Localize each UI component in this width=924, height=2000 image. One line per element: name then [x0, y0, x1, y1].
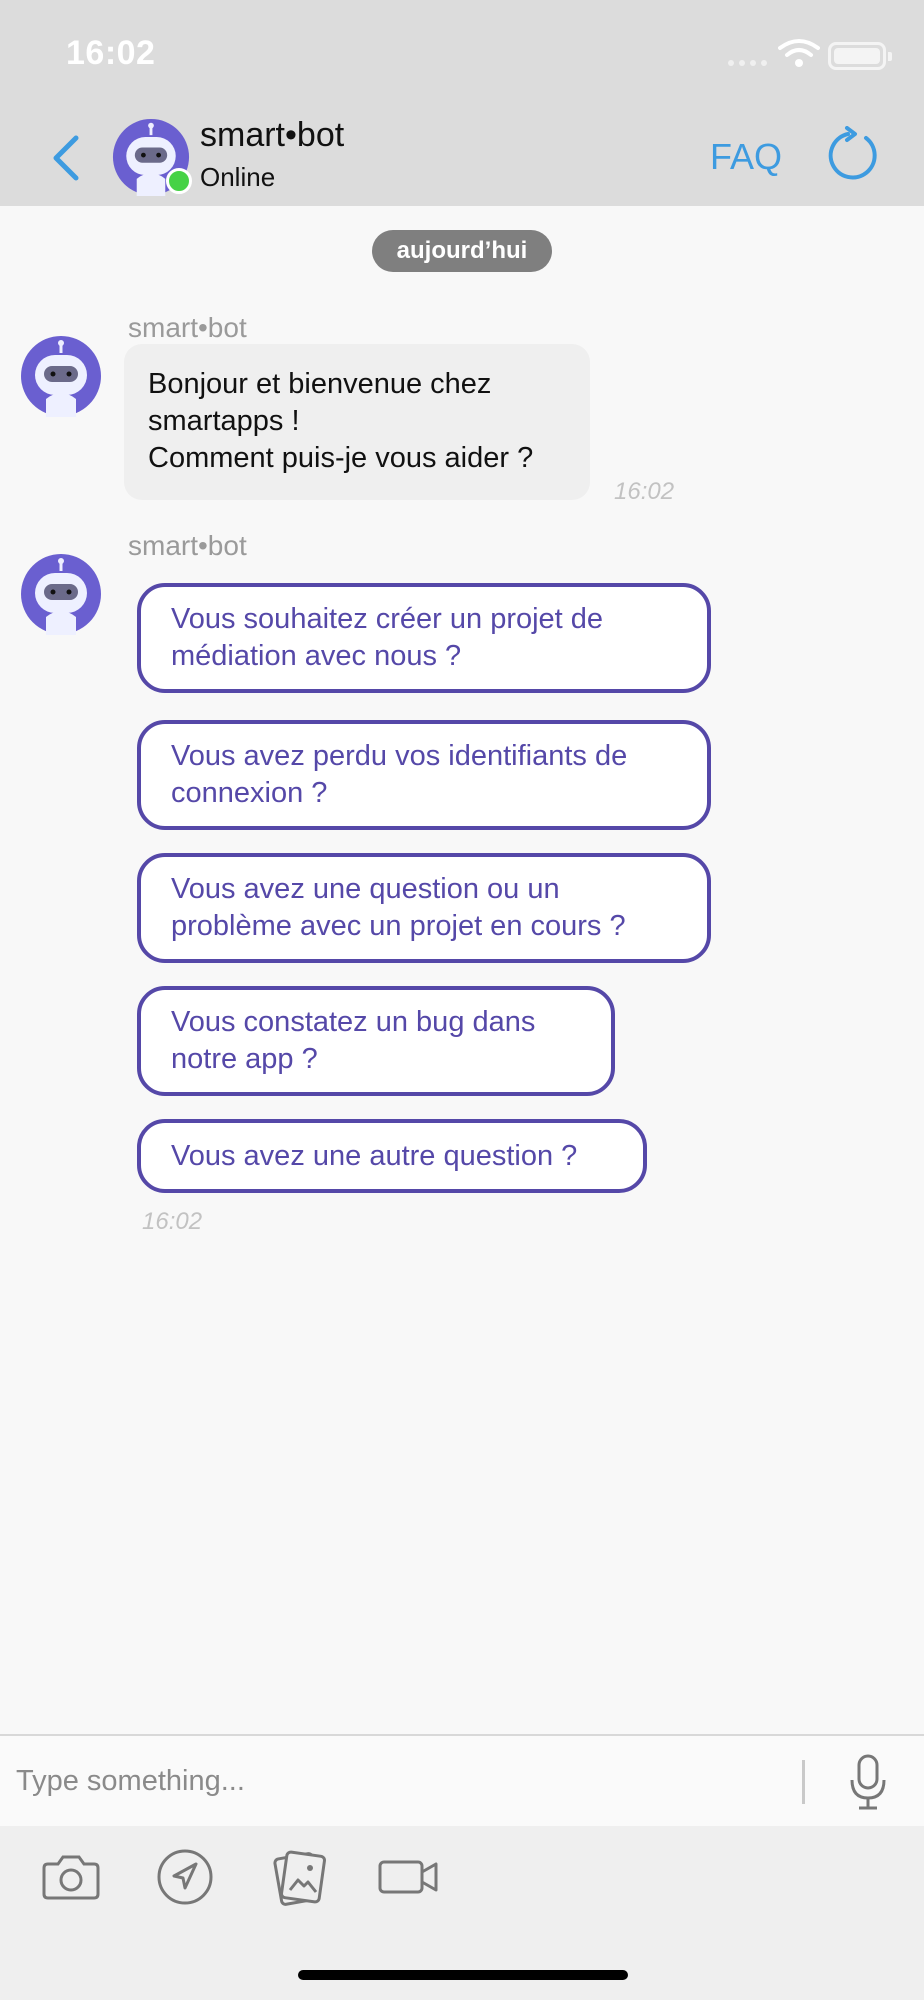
battery-icon	[828, 42, 892, 70]
message-time: 16:02	[614, 478, 675, 505]
bot-avatar	[21, 336, 101, 417]
option-text-line: connexion ?	[171, 777, 328, 809]
date-separator: aujourd’hui	[372, 230, 552, 272]
message-input[interactable]	[16, 1756, 776, 1806]
faq-button[interactable]: FAQ	[710, 136, 782, 178]
message-text-line: Bonjour et bienvenue chez	[148, 368, 492, 400]
send-location-icon[interactable]	[152, 1846, 218, 1908]
option-text-line: Vous avez une autre question ?	[171, 1139, 578, 1172]
quick-reply-create-project[interactable]: Vous souhaitez créer un projet de médiat…	[137, 583, 711, 693]
option-text-line: médiation avec nous ?	[171, 640, 462, 672]
chat-title: smart•bot	[200, 116, 345, 154]
composer-divider	[802, 1760, 805, 1804]
message-text-line: smartapps !	[148, 405, 300, 437]
navigation-header: 16:02 smart•bot Online FAQ	[0, 0, 924, 206]
back-button[interactable]	[44, 128, 88, 188]
quick-reply-other-question[interactable]: Vous avez une autre question ?	[137, 1119, 647, 1193]
message-sender: smart•bot	[128, 530, 247, 561]
quick-reply-lost-credentials[interactable]: Vous avez perdu vos identifiants de conn…	[137, 720, 711, 830]
option-text-line: notre app ?	[171, 1043, 318, 1075]
message-time: 16:02	[142, 1208, 203, 1235]
quick-reply-project-question[interactable]: Vous avez une question ou un problème av…	[137, 853, 711, 963]
online-status-dot	[166, 168, 192, 194]
wifi-icon	[778, 39, 820, 67]
message-composer	[0, 1734, 924, 1826]
video-icon[interactable]	[376, 1846, 442, 1908]
message-sender: smart•bot	[128, 312, 247, 343]
option-text-line: Vous avez perdu vos identifiants de	[171, 740, 628, 772]
chat-status: Online	[200, 162, 276, 192]
camera-icon[interactable]	[38, 1846, 104, 1908]
status-time: 16:02	[66, 34, 156, 72]
bot-avatar	[21, 554, 101, 635]
option-text-line: Vous souhaitez créer un projet de	[171, 603, 604, 635]
home-indicator	[298, 1970, 628, 1980]
message-text-line: Comment puis-je vous aider ?	[148, 442, 534, 474]
option-text-line: problème avec un projet en cours ?	[171, 910, 626, 942]
refresh-icon[interactable]	[826, 126, 882, 182]
quick-reply-report-bug[interactable]: Vous constatez un bug dans notre app ?	[137, 986, 615, 1096]
cellular-signal-icon	[728, 60, 767, 66]
message-bubble: Bonjour et bienvenue chez smartapps ! Co…	[124, 344, 590, 500]
microphone-icon[interactable]	[844, 1752, 892, 1812]
gallery-icon[interactable]	[266, 1846, 332, 1908]
option-text-line: Vous avez une question ou un	[171, 873, 560, 905]
option-text-line: Vous constatez un bug dans	[171, 1006, 536, 1038]
